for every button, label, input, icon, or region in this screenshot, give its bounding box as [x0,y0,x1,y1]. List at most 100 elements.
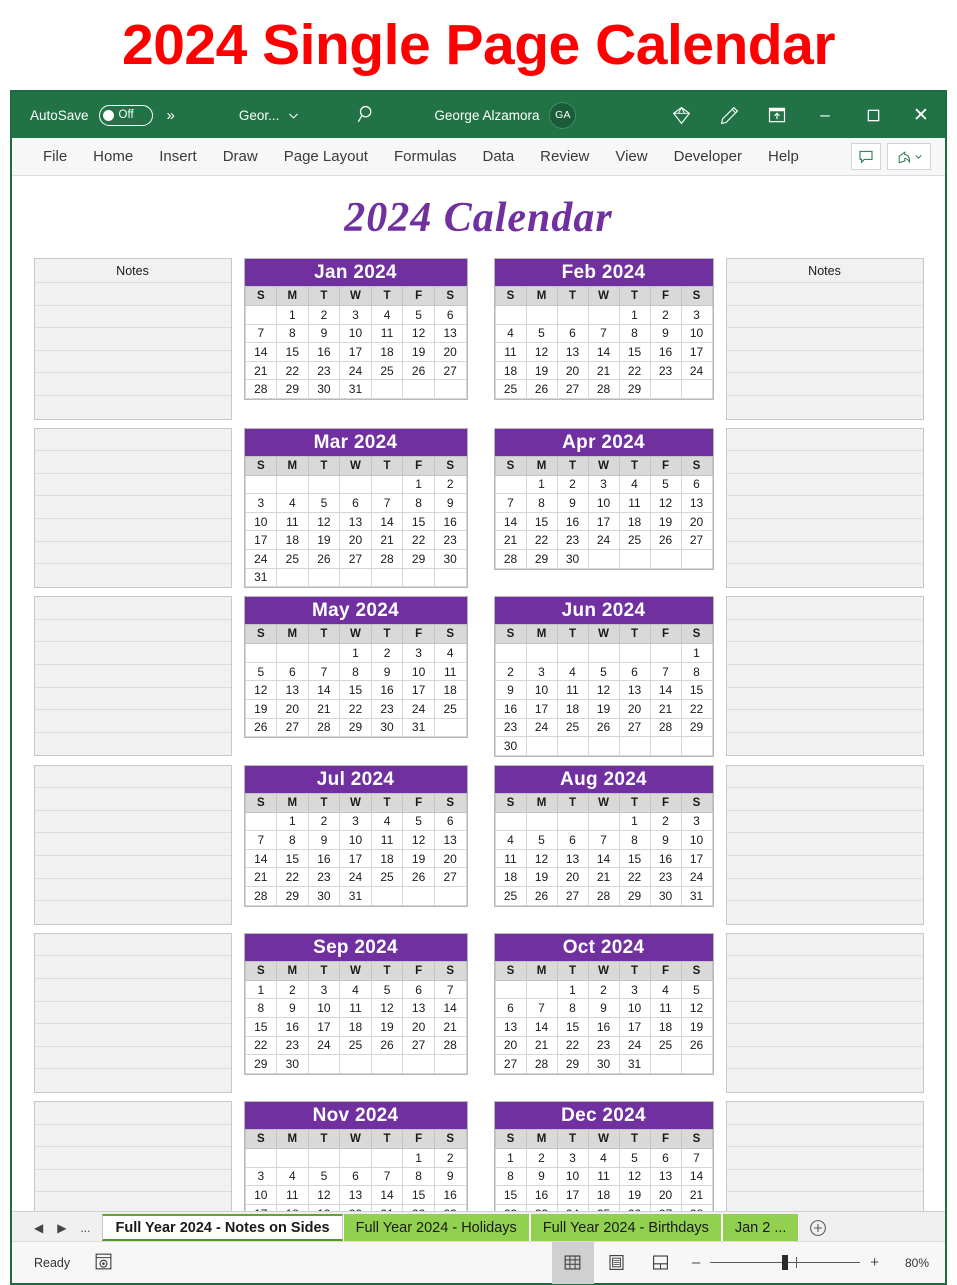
ribbon-tab-review[interactable]: Review [527,142,602,172]
notes-row[interactable] [726,688,923,711]
day-cell[interactable]: 19 [649,511,682,532]
day-cell[interactable]: 31 [339,379,372,399]
day-cell[interactable]: 3 [680,811,713,832]
day-cell[interactable]: 26 [525,886,558,906]
day-cell[interactable]: 15 [556,1017,589,1037]
empty-cell[interactable] [307,1148,341,1168]
day-cell[interactable]: 8 [276,323,309,344]
day-cell[interactable]: 2 [525,1148,558,1168]
notes-row[interactable] [34,956,231,980]
quick-access-more-button[interactable]: » [163,107,177,124]
day-cell[interactable]: 26 [244,717,278,738]
day-cell[interactable]: 30 [307,379,341,399]
day-cell[interactable]: 5 [370,979,404,1000]
day-cell[interactable]: 28 [307,717,341,738]
empty-cell[interactable] [402,886,435,906]
day-cell[interactable]: 5 [649,474,682,495]
day-cell[interactable]: 23 [370,698,404,719]
autosave-toggle[interactable]: Off [98,104,153,126]
notes-row[interactable] [727,564,923,587]
day-cell[interactable]: 29 [680,717,713,738]
day-cell[interactable]: 7 [307,661,341,682]
notes-box-right-1[interactable] [725,427,924,588]
empty-cell[interactable] [433,567,467,588]
day-cell[interactable]: 3 [244,1166,278,1187]
day-cell[interactable]: 18 [587,1185,620,1205]
day-cell[interactable]: 19 [618,1185,651,1205]
day-cell[interactable]: 31 [402,717,435,738]
day-cell[interactable]: 25 [494,886,527,906]
day-cell[interactable]: 16 [649,342,682,362]
accessibility-checker-icon[interactable] [94,1252,113,1274]
day-cell[interactable]: 10 [307,998,341,1019]
empty-cell[interactable] [680,736,713,756]
day-cell[interactable]: 22 [402,530,435,550]
notes-box-left-0[interactable]: Notes [33,258,232,420]
day-cell[interactable]: 21 [433,1017,467,1037]
day-cell[interactable]: 22 [276,867,309,888]
day-cell[interactable]: 16 [307,848,341,869]
day-cell[interactable]: 29 [618,886,651,906]
day-cell[interactable]: 21 [649,698,682,719]
day-cell[interactable]: 17 [402,680,435,700]
notes-row[interactable] [726,283,923,306]
day-cell[interactable]: 20 [649,1185,682,1205]
day-cell[interactable]: 20 [339,1203,372,1211]
day-cell[interactable]: 27 [433,867,467,888]
day-cell[interactable]: 4 [370,811,404,832]
notes-row[interactable] [34,373,231,396]
empty-cell[interactable] [525,305,558,325]
day-cell[interactable]: 14 [494,511,527,532]
day-cell[interactable]: 26 [618,1203,651,1211]
day-cell[interactable]: 7 [649,661,682,682]
notes-row[interactable] [727,901,923,924]
notes-row[interactable] [34,283,231,306]
day-cell[interactable]: 20 [680,511,713,532]
day-cell[interactable]: 14 [587,342,620,362]
day-cell[interactable]: 13 [494,1017,527,1037]
day-cell[interactable]: 30 [307,886,341,906]
day-cell[interactable]: 21 [370,1203,404,1211]
empty-cell[interactable] [525,643,558,663]
notes-row[interactable] [34,979,231,1002]
worksheet-area[interactable]: 2024 Calendar Notes Jan 2024 S M T W T F S 1 2 3 4 5 6… [12,176,945,1211]
day-cell[interactable]: 16 [307,342,341,362]
day-cell[interactable]: 24 [244,548,278,569]
empty-cell[interactable] [244,811,278,832]
day-cell[interactable]: 9 [307,323,341,344]
day-cell[interactable]: 6 [556,323,589,344]
day-cell[interactable]: 18 [618,511,651,532]
day-cell[interactable]: 18 [339,1017,372,1037]
day-cell[interactable]: 10 [339,830,372,850]
day-cell[interactable]: 7 [244,323,278,344]
notes-box-left-4[interactable] [33,932,232,1093]
day-cell[interactable]: 10 [680,830,713,850]
day-cell[interactable]: 18 [556,698,589,719]
day-cell[interactable]: 12 [370,998,404,1019]
day-cell[interactable]: 9 [494,680,527,700]
day-cell[interactable]: 20 [402,1017,435,1037]
empty-cell[interactable] [307,567,341,588]
day-cell[interactable]: 29 [402,548,435,569]
notes-row[interactable] [34,833,231,857]
day-cell[interactable]: 7 [587,323,620,344]
sheet-nav-prev-button[interactable]: ◀ [34,1221,43,1235]
day-cell[interactable]: 23 [307,867,341,888]
day-cell[interactable]: 12 [402,830,435,850]
day-cell[interactable]: 18 [649,1017,682,1037]
day-cell[interactable]: 29 [244,1054,278,1074]
empty-cell[interactable] [370,474,404,495]
notes-row[interactable] [34,1024,231,1047]
day-cell[interactable]: 10 [525,680,558,700]
day-cell[interactable]: 28 [680,1203,713,1211]
day-cell[interactable]: 24 [587,530,620,550]
day-cell[interactable]: 16 [587,1017,620,1037]
day-cell[interactable]: 3 [618,979,651,1000]
day-cell[interactable]: 11 [433,661,467,682]
day-cell[interactable]: 8 [556,998,589,1019]
day-cell[interactable]: 19 [402,848,435,869]
day-cell[interactable]: 1 [339,643,372,663]
notes-row[interactable] [34,1170,231,1193]
day-cell[interactable]: 6 [402,979,435,1000]
ribbon-tab-draw[interactable]: Draw [210,142,271,172]
